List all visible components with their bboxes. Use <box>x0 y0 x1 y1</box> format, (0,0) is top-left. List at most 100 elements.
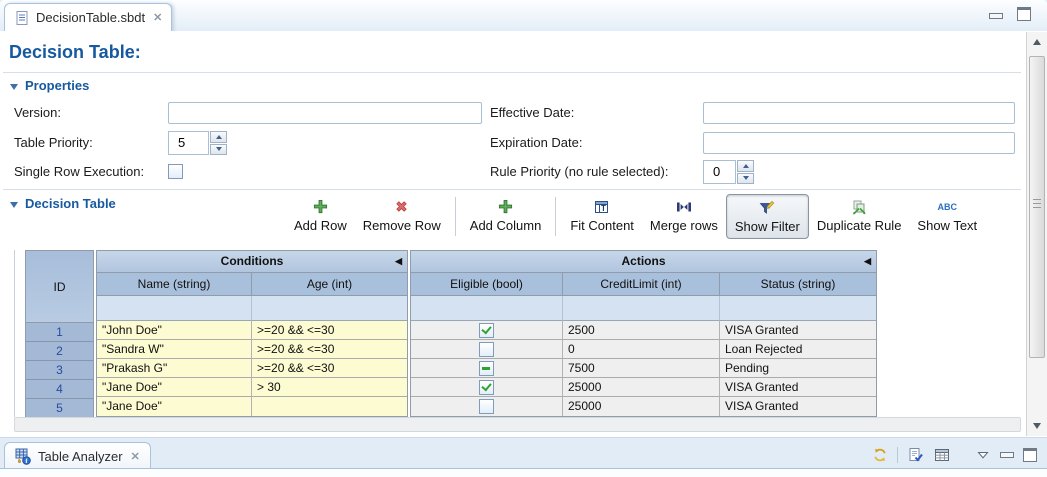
expiration-date-field[interactable] <box>703 132 1015 154</box>
scroll-up-icon[interactable] <box>1029 35 1045 49</box>
row-id-cell[interactable]: 2 <box>26 342 93 361</box>
cell-eligible[interactable] <box>411 321 563 340</box>
add-row-label: Add Row <box>294 218 347 233</box>
column-header-status[interactable]: Status (string) <box>720 273 876 296</box>
filter-cell-status[interactable] <box>720 296 876 321</box>
cell-age[interactable]: >=20 && <=30 <box>252 321 407 340</box>
eligible-checkbox[interactable] <box>479 380 494 395</box>
spinner-up-icon[interactable] <box>737 160 754 172</box>
row-id-cell[interactable]: 5 <box>26 399 93 418</box>
table-row: "John Doe" >=20 && <=30 <box>97 321 407 340</box>
vertical-scrollbar[interactable] <box>1026 32 1047 436</box>
spinner-up-icon[interactable] <box>210 131 227 143</box>
table-view-icon[interactable] <box>933 447 950 464</box>
cell-eligible[interactable] <box>411 397 563 416</box>
decision-table-grid: ID 1 2 3 4 5 Conditions ◀ Name (string) … <box>0 250 1047 417</box>
fit-content-button[interactable]: T Fit Content <box>562 194 642 239</box>
toolbar-separator <box>555 197 556 236</box>
duplicate-rule-button[interactable]: Duplicate Rule <box>809 194 910 239</box>
cell-name[interactable]: "Sandra W" <box>97 340 252 359</box>
close-icon[interactable]: ✕ <box>131 450 140 463</box>
rule-priority-value[interactable]: 0 <box>703 160 736 184</box>
id-column-block: ID 1 2 3 4 5 <box>25 250 94 419</box>
minimize-icon[interactable] <box>1000 452 1014 458</box>
cell-eligible[interactable] <box>411 340 563 359</box>
maximize-icon[interactable] <box>1023 448 1037 462</box>
properties-section-header[interactable]: Properties <box>10 78 89 93</box>
collapse-left-icon[interactable]: ◀ <box>864 251 871 272</box>
editor-tab-decisiontable[interactable]: DecisionTable.sbdt ✕ <box>4 3 172 32</box>
add-column-button[interactable]: Add Column <box>462 194 550 239</box>
cell-creditlimit[interactable]: 7500 <box>563 359 720 378</box>
decision-table-section-header[interactable]: Decision Table <box>10 196 116 211</box>
actions-group-header[interactable]: Actions ◀ <box>411 251 876 273</box>
filter-cell-name[interactable] <box>97 296 252 321</box>
show-text-button[interactable]: ABC Show Text <box>909 194 985 239</box>
collapse-left-icon[interactable]: ◀ <box>395 251 402 272</box>
refresh-icon[interactable] <box>871 447 888 464</box>
column-header-eligible[interactable]: Eligible (bool) <box>411 273 563 296</box>
filter-cell-creditlimit[interactable] <box>563 296 720 321</box>
table-row: 25000 VISA Granted <box>411 378 876 397</box>
row-id-cell[interactable]: 1 <box>26 323 93 342</box>
row-id-cell[interactable]: 4 <box>26 380 93 399</box>
cell-eligible[interactable] <box>411 359 563 378</box>
cell-status[interactable]: VISA Granted <box>720 397 876 416</box>
cell-age[interactable]: >=20 && <=30 <box>252 359 407 378</box>
show-text-icon: ABC <box>939 198 956 215</box>
filter-cell-eligible[interactable] <box>411 296 563 321</box>
eligible-checkbox[interactable] <box>479 399 494 414</box>
table-analyzer-tab[interactable]: f Table Analyzer ✕ <box>4 442 151 469</box>
cell-age[interactable]: >=20 && <=30 <box>252 340 407 359</box>
cell-name[interactable]: "John Doe" <box>97 321 252 340</box>
scrollbar-thumb[interactable] <box>1029 56 1045 358</box>
row-id-cell[interactable]: 3 <box>26 361 93 380</box>
add-row-button[interactable]: Add Row <box>286 194 355 239</box>
validate-icon[interactable] <box>907 447 924 464</box>
expiration-date-label: Expiration Date: <box>490 132 583 154</box>
cell-creditlimit[interactable]: 25000 <box>563 378 720 397</box>
cell-eligible[interactable] <box>411 378 563 397</box>
eligible-checkbox[interactable] <box>479 361 494 376</box>
cell-creditlimit[interactable]: 25000 <box>563 397 720 416</box>
cell-age[interactable] <box>252 397 407 416</box>
effective-date-field[interactable] <box>703 102 1015 124</box>
cell-status[interactable]: Loan Rejected <box>720 340 876 359</box>
maximize-icon[interactable] <box>1017 7 1031 21</box>
view-menu-icon[interactable] <box>974 447 991 464</box>
cell-status[interactable]: VISA Granted <box>720 321 876 340</box>
cell-creditlimit[interactable]: 2500 <box>563 321 720 340</box>
window-controls <box>989 7 1031 21</box>
cell-creditlimit[interactable]: 0 <box>563 340 720 359</box>
page-title: Decision Table: <box>9 42 141 63</box>
effective-date-label: Effective Date: <box>490 102 574 124</box>
single-row-execution-checkbox[interactable] <box>168 164 183 179</box>
scroll-down-icon[interactable] <box>1029 419 1045 433</box>
cell-name[interactable]: "Jane Doe" <box>97 397 252 416</box>
column-header-name[interactable]: Name (string) <box>97 273 252 296</box>
spinner-down-icon[interactable] <box>737 173 754 185</box>
eligible-checkbox[interactable] <box>479 342 494 357</box>
duplicate-rule-label: Duplicate Rule <box>817 218 902 233</box>
column-header-age[interactable]: Age (int) <box>252 273 407 296</box>
cell-status[interactable]: VISA Granted <box>720 378 876 397</box>
filter-cell-age[interactable] <box>252 296 407 321</box>
cell-status[interactable]: Pending <box>720 359 876 378</box>
cell-age[interactable]: > 30 <box>252 378 407 397</box>
conditions-group-header[interactable]: Conditions ◀ <box>97 251 407 273</box>
remove-row-button[interactable]: Remove Row <box>355 194 449 239</box>
merge-rows-button[interactable]: Merge rows <box>642 194 726 239</box>
close-icon[interactable]: ✕ <box>153 11 162 24</box>
version-field[interactable] <box>168 102 482 124</box>
cell-name[interactable]: "Jane Doe" <box>97 378 252 397</box>
id-column-header[interactable]: ID <box>26 251 93 323</box>
column-header-creditlimit[interactable]: CreditLimit (int) <box>563 273 720 296</box>
eligible-checkbox[interactable] <box>479 323 494 338</box>
decision-table-section-label: Decision Table <box>25 196 116 211</box>
cell-name[interactable]: "Prakash G" <box>97 359 252 378</box>
minimize-icon[interactable] <box>989 13 1003 19</box>
show-filter-button[interactable]: Show Filter <box>726 194 809 239</box>
spinner-down-icon[interactable] <box>210 144 227 156</box>
collapse-arrow-icon <box>10 84 18 90</box>
table-priority-value[interactable]: 5 <box>168 131 209 155</box>
